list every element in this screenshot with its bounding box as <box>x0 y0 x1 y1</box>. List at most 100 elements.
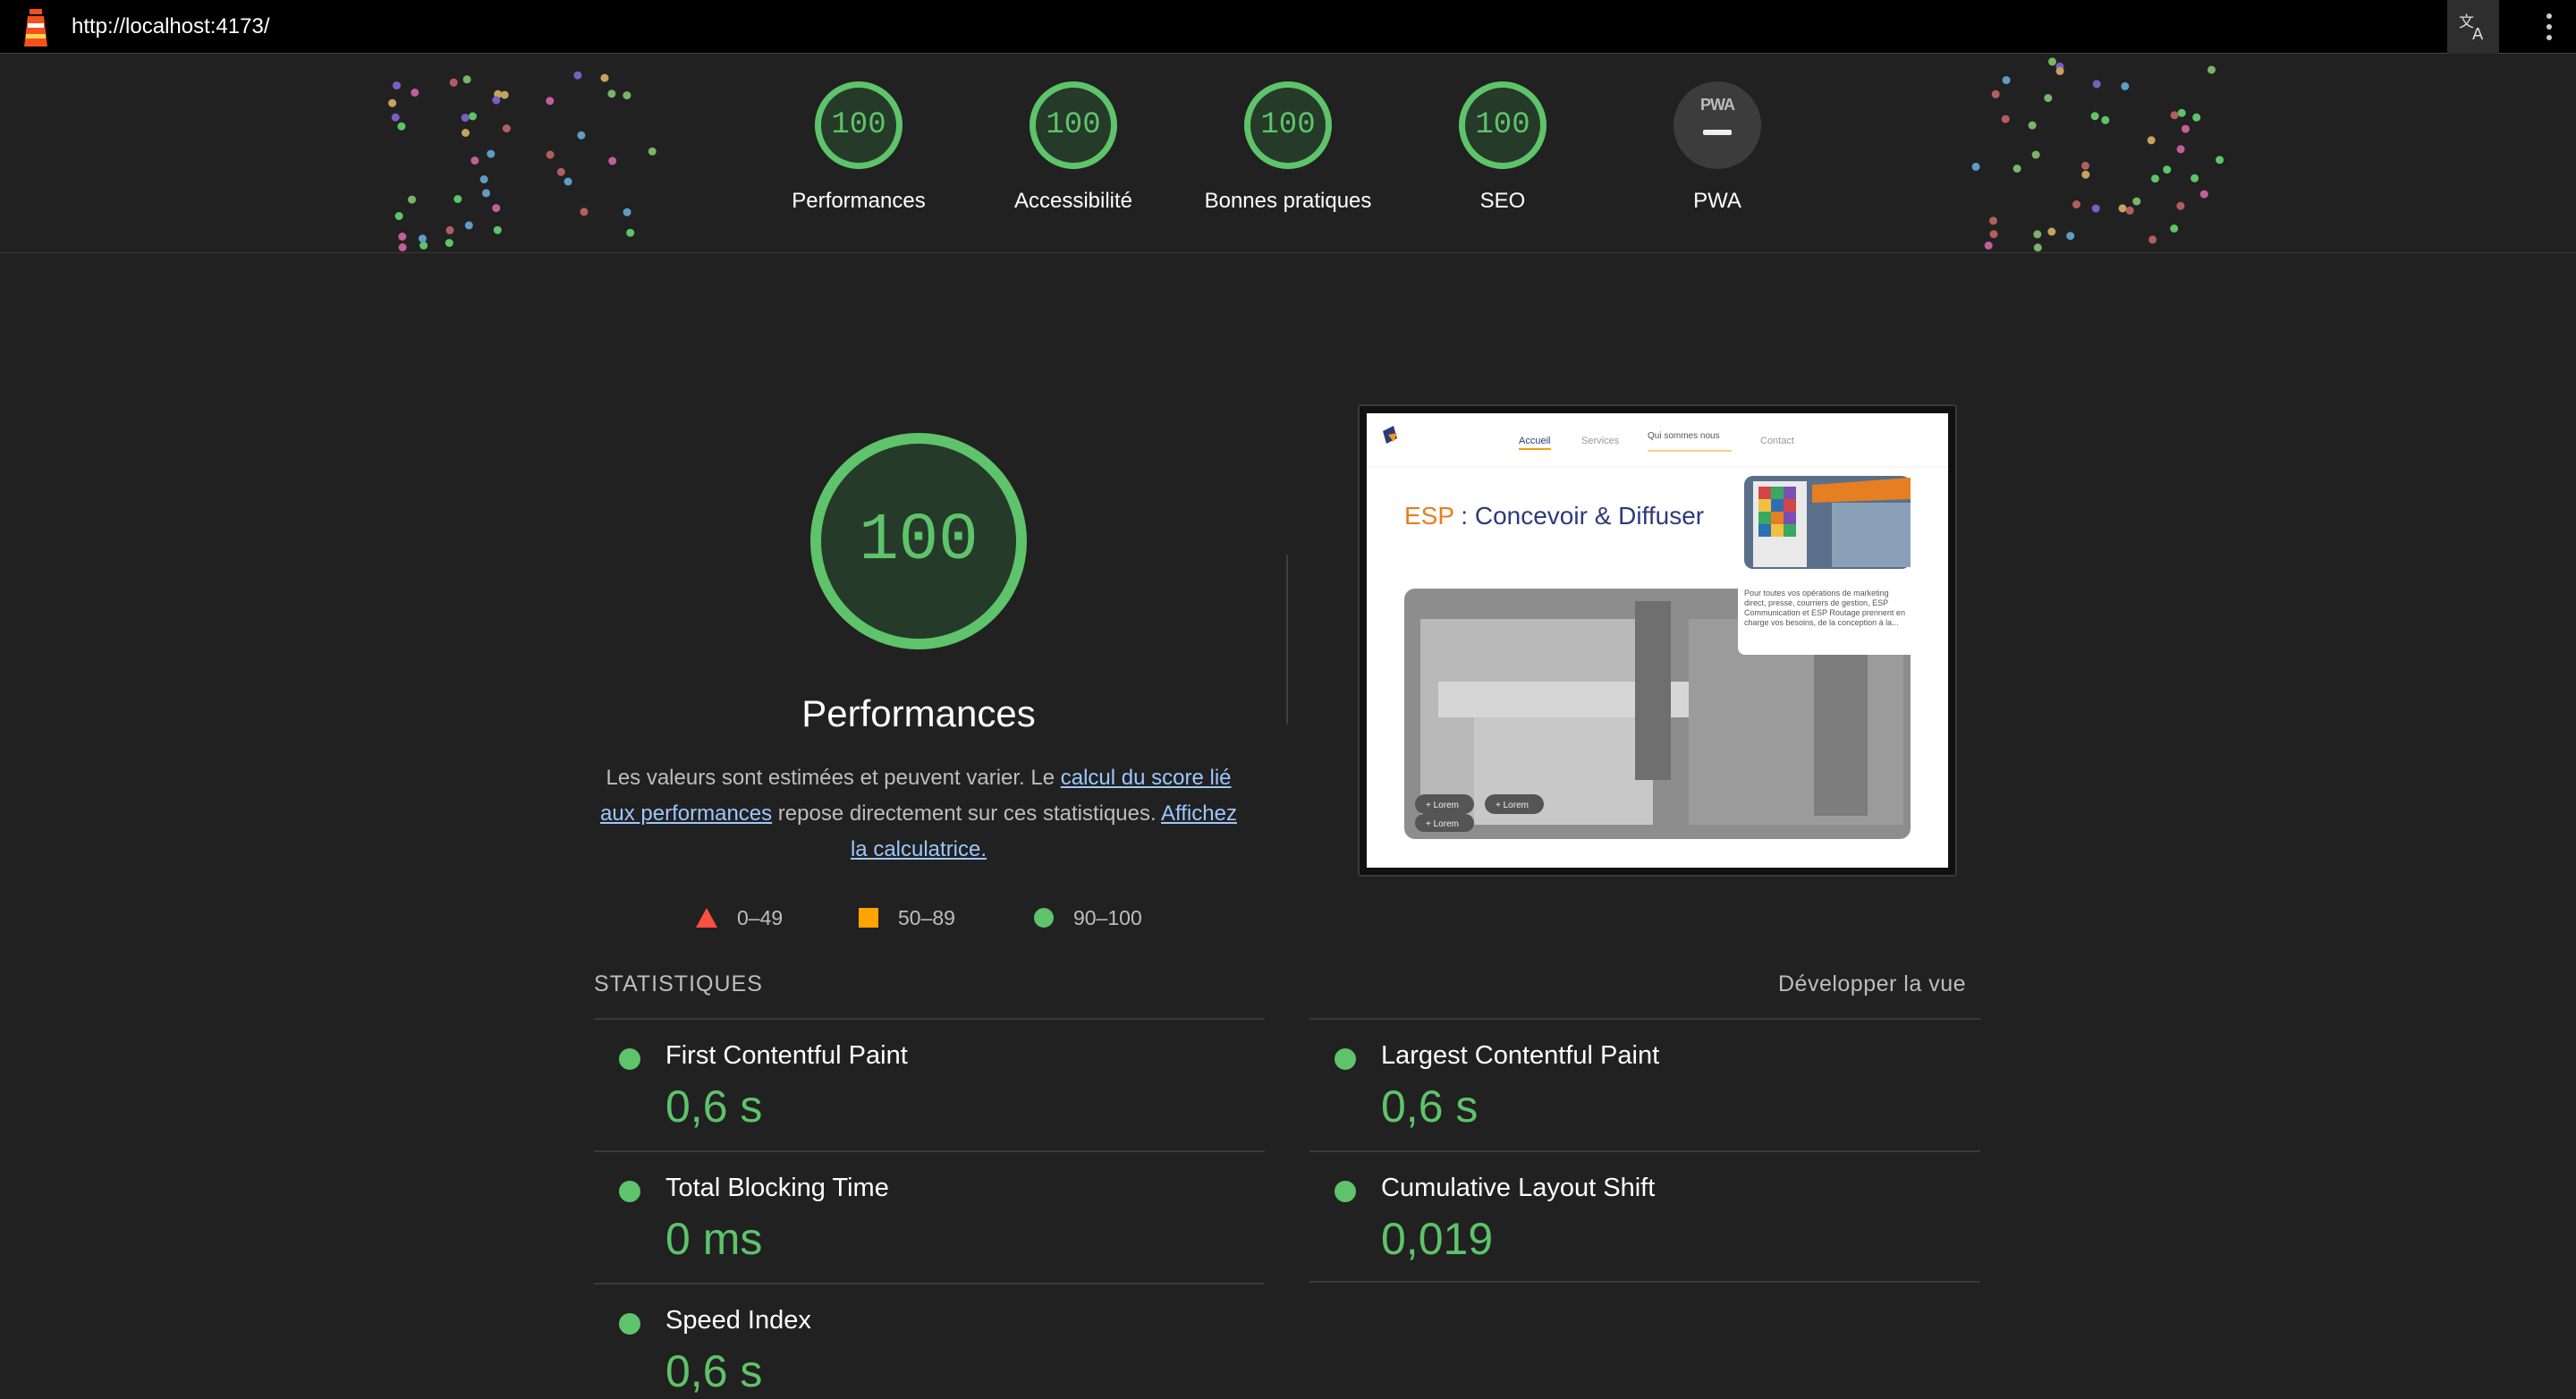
final-screenshot[interactable]: Accueil Services Qui sommes nous Contact… <box>1358 404 1957 877</box>
confetti-dot <box>2125 206 2134 215</box>
confetti-dot <box>2170 111 2179 120</box>
confetti-dot <box>2091 204 2100 213</box>
url-bar[interactable]: http://localhost:4173/ <box>72 14 269 39</box>
confetti-dot <box>408 195 416 204</box>
confetti-dot <box>2092 80 2101 89</box>
metric-value: 0,019 <box>1381 1214 1494 1264</box>
svg-text:+ Lorem: + Lorem <box>1426 801 1459 810</box>
confetti-dot <box>2176 145 2185 154</box>
confetti-dot <box>418 234 427 243</box>
divider <box>1286 555 1288 725</box>
confetti-dot <box>2001 114 2010 123</box>
screenshot-heading: ESP : Concevoir & Diffuser <box>1404 502 1704 530</box>
confetti-dot <box>2147 136 2156 145</box>
gauge-best-practices[interactable]: 100 Bonnes pratiques <box>1199 81 1377 214</box>
score-summary-header: 100 Performances 100 Accessibilité 100 B… <box>0 55 2576 253</box>
confetti-dot <box>469 112 477 121</box>
metric-name: First Contentful Paint <box>665 1041 908 1070</box>
gauge-accessibility[interactable]: 100 Accessibilité <box>984 81 1163 214</box>
confetti-dot <box>1989 230 1998 239</box>
nav-contact: Contact <box>1760 436 1794 446</box>
performance-main-gauge: 100 <box>810 433 1027 649</box>
gauge-performance-label: Performances <box>792 189 926 213</box>
circle-icon <box>1034 908 1054 928</box>
svg-text:+ Lorem: + Lorem <box>1496 801 1529 810</box>
confetti-dot <box>2199 190 2208 199</box>
metric-name: Total Blocking Time <box>665 1174 889 1202</box>
confetti-dot <box>2033 243 2042 252</box>
pwa-badge-text: PWA <box>1699 96 1735 114</box>
nav-services: Services <box>1581 436 1620 446</box>
confetti-dot <box>2101 115 2110 124</box>
confetti-dot <box>607 89 616 98</box>
square-icon <box>859 908 878 928</box>
confetti-dot <box>398 233 407 241</box>
confetti-dot <box>2047 227 2056 236</box>
confetti-dot <box>1971 162 1980 171</box>
lighthouse-logo-icon <box>24 9 47 47</box>
metric-value: 0,6 s <box>665 1081 763 1132</box>
performance-description: Les valeurs sont estimées et peuvent var… <box>600 766 1237 861</box>
confetti-dot <box>600 73 609 82</box>
nav-qui: Qui sommes nous <box>1648 431 1720 441</box>
gauge-pwa[interactable]: PWA PWA <box>1628 81 1807 214</box>
confetti-dot <box>1984 242 1993 250</box>
confetti-dot <box>393 81 401 90</box>
confetti-dot <box>2090 112 2099 121</box>
browser-bar: http://localhost:4173/ 文 A <box>0 0 2576 54</box>
translate-button[interactable]: 文 A <box>2447 0 2499 54</box>
metric-name: Speed Index <box>665 1306 811 1335</box>
confetti-dot <box>2177 108 2186 117</box>
confetti-dot <box>626 228 635 237</box>
confetti-dot <box>2121 81 2130 90</box>
confetti-dot <box>546 97 555 106</box>
legend-average: 50–89 <box>859 903 955 932</box>
gauge-performance[interactable]: 100 Performances <box>769 81 948 214</box>
stats-header: STATISTIQUES <box>594 971 763 996</box>
gauge-accessibility-label: Accessibilité <box>1013 189 1133 213</box>
pass-circle-icon <box>1335 1048 1356 1070</box>
confetti-dot <box>573 71 582 80</box>
confetti-dot <box>2033 230 2042 239</box>
confetti-dot <box>2207 65 2216 74</box>
confetti-dot <box>411 89 419 97</box>
legend-pass: 90–100 <box>1034 903 1142 932</box>
legend-fail: 0–49 <box>696 903 783 932</box>
confetti-dot <box>2151 174 2159 183</box>
gauge-seo-label: SEO <box>1479 189 1526 213</box>
confetti-dot <box>487 149 496 158</box>
confetti-dot <box>492 204 501 213</box>
confetti-dot <box>479 175 488 183</box>
confetti-dot <box>623 208 631 216</box>
confetti-dot <box>2182 124 2190 133</box>
confetti-dot <box>391 113 400 122</box>
confetti-dot <box>2031 150 2040 159</box>
gauge-seo-score: 100 <box>1459 81 1546 169</box>
gauge-seo[interactable]: 100 SEO <box>1413 81 1592 214</box>
confetti-dot <box>464 221 473 230</box>
confetti-dot <box>445 239 453 248</box>
confetti-dot <box>546 150 555 159</box>
performance-title: Performances <box>801 692 1036 734</box>
metric-name: Cumulative Layout Shift <box>1381 1174 1656 1202</box>
metric-lcp: Largest Contentful Paint 0,6 s <box>1309 1018 1980 1150</box>
confetti-dot <box>2170 225 2179 233</box>
confetti-dot <box>2216 156 2224 165</box>
confetti-right <box>1971 57 2224 252</box>
pass-circle-icon <box>619 1313 640 1335</box>
confetti-dot <box>462 75 471 84</box>
gauge-performance-score: 100 <box>815 81 902 169</box>
confetti-dot <box>2148 235 2157 244</box>
confetti-dot <box>2081 170 2090 179</box>
confetti-dot <box>577 131 586 140</box>
confetti-dot <box>2072 200 2080 208</box>
confetti-dot <box>2132 197 2141 206</box>
expand-view-toggle[interactable]: Développer la vue <box>1778 971 1966 997</box>
confetti-dot <box>2176 201 2185 210</box>
svg-text:A: A <box>2472 25 2484 43</box>
confetti-dot <box>2081 161 2089 170</box>
confetti-dot <box>445 225 454 234</box>
more-menu-icon[interactable] <box>2538 9 2560 45</box>
gauge-pwa-label: PWA <box>1693 189 1741 213</box>
confetti-dot <box>580 208 589 216</box>
